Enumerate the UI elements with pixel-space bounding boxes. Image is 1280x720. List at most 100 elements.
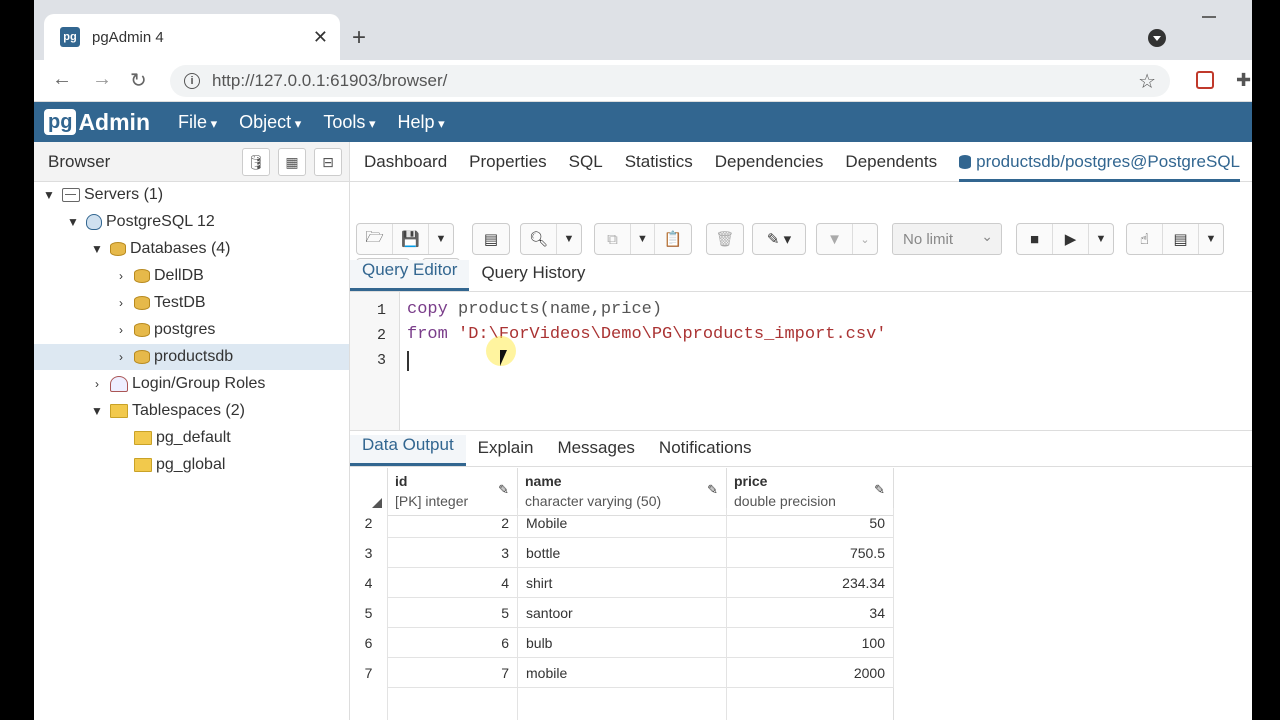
bookmark-star-icon[interactable]: ☆ [1138, 69, 1156, 94]
collapse-chevron-icon[interactable]: ▼ [42, 188, 56, 202]
forward-arrow-icon[interactable]: → [92, 68, 112, 91]
explain-options-icon[interactable]: ▤ [1163, 224, 1199, 254]
cell-price[interactable]: 750.5 [727, 538, 894, 568]
edit-grid-icon[interactable]: ▤ [473, 224, 509, 254]
tree-node-testdb[interactable]: › TestDB [114, 290, 206, 316]
collapse-chevron-icon[interactable]: ▼ [90, 242, 104, 256]
main-menu: File Object Tools Help [178, 112, 467, 133]
cell-name[interactable]: mobile [518, 658, 727, 688]
cell-id[interactable]: 2 [388, 508, 518, 538]
query-tool-icon[interactable]: 🛢 [242, 148, 270, 176]
tab-query-editor[interactable]: Query Editor [350, 260, 470, 291]
tab-data-output[interactable]: Data Output [350, 435, 466, 466]
browser-tab[interactable]: pg pgAdmin 4 ✕ [44, 14, 340, 60]
cell-price[interactable]: 34 [727, 598, 894, 628]
cell-name[interactable]: shirt [518, 568, 727, 598]
hand-pointer-icon[interactable]: ☝ [1127, 224, 1163, 254]
cell-id[interactable]: 5 [388, 598, 518, 628]
menu-help[interactable]: Help [398, 112, 445, 133]
cell-name[interactable]: bulb [518, 628, 727, 658]
table-row[interactable]: 4 4 shirt 234.34 [350, 568, 894, 598]
expand-chevron-icon[interactable]: › [114, 350, 128, 364]
tab-dashboard[interactable]: Dashboard [364, 152, 447, 172]
collapse-chevron-icon[interactable]: ▼ [90, 404, 104, 418]
expand-chevron-icon[interactable]: › [90, 377, 104, 391]
paste-icon[interactable]: 📋 [655, 224, 691, 254]
tab-sql[interactable]: SQL [569, 152, 603, 172]
menu-tools[interactable]: Tools [323, 112, 375, 133]
tab-query-history[interactable]: Query History [469, 263, 597, 291]
tab-notifications[interactable]: Notifications [647, 438, 764, 466]
tree-node-delldb[interactable]: › DellDB [114, 263, 204, 289]
row-limit-select[interactable]: No limit [892, 223, 1002, 255]
expand-chevron-icon[interactable]: › [114, 269, 128, 283]
delete-trash-icon[interactable]: 🗑 [707, 224, 743, 254]
tab-query-tool[interactable]: productsdb/postgres@PostgreSQL [959, 152, 1241, 182]
table-row[interactable]: 5 5 santoor 34 [350, 598, 894, 628]
stop-icon[interactable]: ■ [1017, 224, 1053, 254]
tree-node-pg-global[interactable]: pg_global [134, 452, 225, 478]
close-tab-icon[interactable]: ✕ [313, 27, 328, 48]
table-row[interactable]: 6 6 bulb 100 [350, 628, 894, 658]
explain-dropdown-chevron-icon[interactable]: ▼ [1199, 224, 1223, 254]
url-field[interactable]: i http://127.0.0.1:61903/browser/ ☆ [170, 65, 1170, 97]
edit-query-group: ✎ ▾ [752, 223, 806, 255]
tree-node-tablespaces[interactable]: ▼ Tablespaces (2) [90, 398, 245, 424]
cell-price[interactable]: 2000 [727, 658, 894, 688]
search-icon[interactable]: 🔍︎ [521, 224, 557, 254]
new-tab-icon[interactable]: + [352, 24, 366, 52]
tab-statistics[interactable]: Statistics [625, 152, 693, 172]
expand-chevron-icon[interactable]: › [114, 323, 128, 337]
back-arrow-icon[interactable]: ← [52, 68, 72, 91]
pocket-extension-icon[interactable] [1196, 71, 1214, 89]
cell-id[interactable]: 3 [388, 538, 518, 568]
tree-node-login-roles[interactable]: › Login/Group Roles [90, 371, 265, 397]
execute-play-icon[interactable]: ▶ [1053, 224, 1089, 254]
save-file-icon[interactable]: 💾 [393, 224, 429, 254]
reload-icon[interactable]: ↻ [130, 68, 147, 93]
tab-properties[interactable]: Properties [469, 152, 546, 172]
tree-node-databases[interactable]: ▼ Databases (4) [90, 236, 230, 262]
cell-id[interactable]: 6 [388, 628, 518, 658]
tree-node-postgres[interactable]: › postgres [114, 317, 215, 343]
expand-chevron-icon[interactable]: › [114, 296, 128, 310]
table-row[interactable]: 7 7 mobile 2000 [350, 658, 894, 688]
collapse-chevron-icon[interactable]: ▼ [66, 215, 80, 229]
profile-menu-icon[interactable] [1148, 29, 1166, 47]
cell-name[interactable]: bottle [518, 538, 727, 568]
filter-dropdown-chevron-icon[interactable]: ⌄ [853, 224, 877, 254]
cell-name[interactable]: Mobile [518, 508, 727, 538]
table-row[interactable]: 2 2 Mobile 50 [350, 508, 894, 538]
tree-node-postgresql-12[interactable]: ▼ PostgreSQL 12 [66, 209, 215, 235]
cell-price[interactable]: 234.34 [727, 568, 894, 598]
filter-funnel-icon[interactable]: ▼ [817, 224, 853, 254]
tree-node-productsdb[interactable]: › productsdb [34, 344, 349, 370]
extensions-puzzle-icon[interactable]: ✚ [1236, 70, 1251, 91]
view-data-icon[interactable]: ▦ [278, 148, 306, 176]
tree-node-servers[interactable]: ▼ Servers (1) [42, 182, 163, 208]
cell-price[interactable]: 100 [727, 628, 894, 658]
cell-id[interactable]: 7 [388, 658, 518, 688]
edit-pencil-dropdown-icon[interactable]: ✎ ▾ [753, 224, 805, 254]
site-info-icon[interactable]: i [184, 73, 200, 89]
minimize-icon[interactable] [1202, 16, 1216, 18]
table-row[interactable]: 3 3 bottle 750.5 [350, 538, 894, 568]
menu-object[interactable]: Object [239, 112, 301, 133]
copy-dropdown-chevron-icon[interactable]: ▼ [631, 224, 655, 254]
cell-price[interactable]: 50 [727, 508, 894, 538]
copy-icon[interactable]: ⧉ [595, 224, 631, 254]
cell-name[interactable]: santoor [518, 598, 727, 628]
save-dropdown-chevron-icon[interactable]: ▼ [429, 224, 453, 254]
tree-node-pg-default[interactable]: pg_default [134, 425, 231, 451]
open-file-icon[interactable]: 🗁 [357, 224, 393, 254]
sql-editor[interactable]: 1 2 3 copy products(name,price) from 'D:… [350, 292, 1252, 430]
tab-dependents[interactable]: Dependents [845, 152, 937, 172]
filter-rows-icon[interactable]: ⊟ [314, 148, 342, 176]
menu-file[interactable]: File [178, 112, 217, 133]
find-dropdown-chevron-icon[interactable]: ▼ [557, 224, 581, 254]
tab-explain[interactable]: Explain [466, 438, 546, 466]
tab-dependencies[interactable]: Dependencies [715, 152, 824, 172]
tab-messages[interactable]: Messages [545, 438, 646, 466]
execute-dropdown-chevron-icon[interactable]: ▼ [1089, 224, 1113, 254]
cell-id[interactable]: 4 [388, 568, 518, 598]
